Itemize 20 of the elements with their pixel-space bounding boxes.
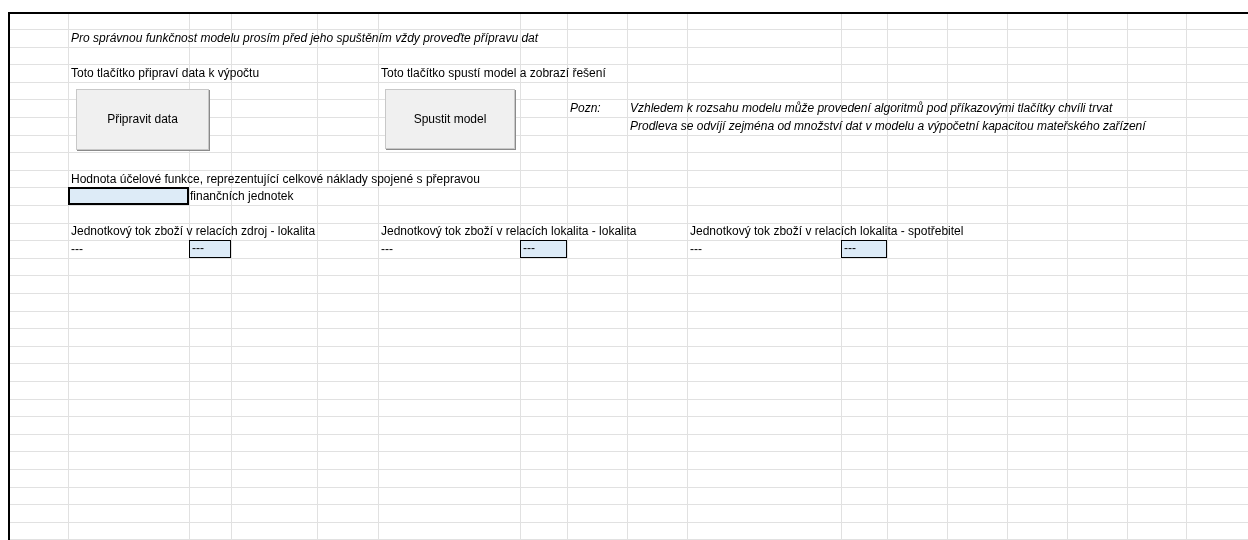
prepare-data-button[interactable]: Připravit data [76, 88, 209, 150]
run-model-button[interactable]: Spustit model [385, 88, 515, 149]
note-text: Prodleva se odvíjí zejména od množství dat v modelu a výpočetní kapacitou mateřského zařízení [629, 117, 1146, 135]
note-label: Pozn: [569, 100, 601, 118]
run-label: Toto tlačítko spustí model a zobrazí řešení [380, 65, 606, 82]
objective-label: Hodnota účelové funkce, reprezentující celkové náklady spojené s přepravou [70, 170, 480, 188]
flow-label: Jednotkový tok zboží v relacích lokalita - spotřebitel [689, 223, 964, 241]
instruction-text: Pro správnou funkčnost modelu prosím před jeho spuštěním vždy proveďte přípravu dat [70, 29, 539, 47]
flow-label: Jednotkový tok zboží v relacích zdroj - lokalita [70, 223, 316, 241]
flow-text: --- [70, 240, 83, 258]
objective-value-field[interactable] [68, 187, 189, 205]
flow-text: --- [689, 240, 702, 258]
prepare-label: Toto tlačítko připraví data k výpočtu [70, 65, 260, 82]
flow-value-field[interactable]: --- [189, 240, 231, 258]
flow-value-field[interactable]: --- [520, 240, 567, 258]
flow-value-field[interactable]: --- [841, 240, 887, 258]
flow-label: Jednotkový tok zboží v relacích lokalita - lokalita [380, 223, 637, 241]
note-text: Vzhledem k rozsahu modelu může provedení algoritmů pod příkazovými tlačítky chvíli trvat [629, 100, 1113, 118]
flow-text: --- [380, 240, 393, 258]
unit-label: finančních jednotek [189, 188, 294, 206]
